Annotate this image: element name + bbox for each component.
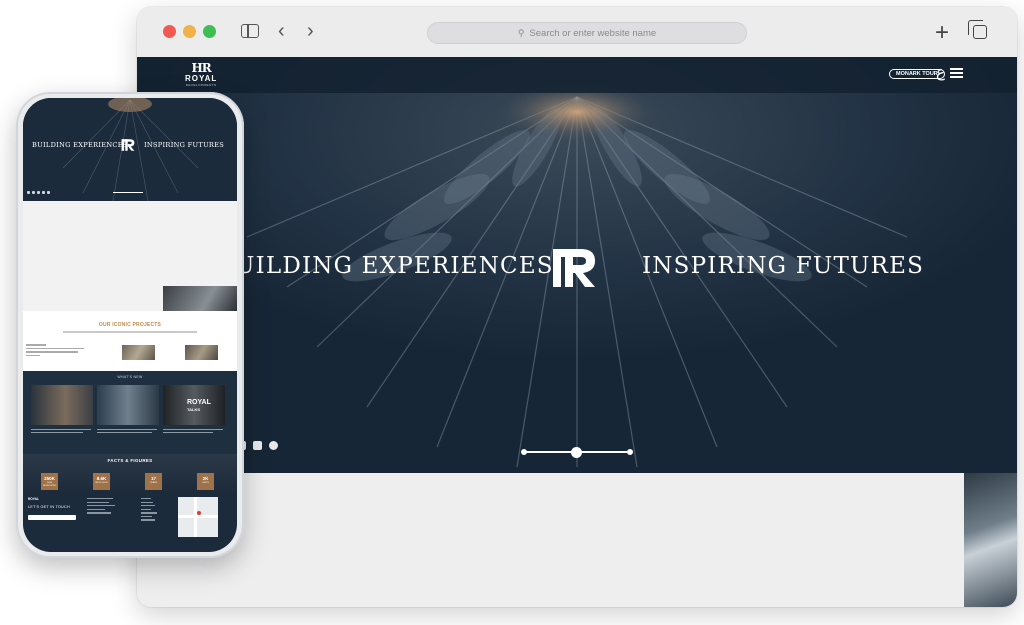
tab-overview-icon[interactable] — [968, 20, 987, 39]
fact-label: UNITS SOLD — [94, 482, 109, 484]
phone-hero-title-right: INSPIRING FUTURES — [144, 141, 225, 149]
minimize-window-button[interactable] — [183, 25, 196, 38]
fact-value: 17 — [150, 476, 156, 481]
website-viewport: НR ROYAL DEVELOPMENTS MONARK TOUR ع UILD… — [137, 57, 1017, 607]
phone-footer-logo[interactable]: ROYAL — [28, 497, 39, 501]
phone-hero-title-left: BUILDING EXPERIENCES — [32, 141, 128, 149]
browser-toolbar: ‹ › ⚲ Search or enter website name + — [137, 7, 1017, 57]
phone-social-icon[interactable] — [47, 191, 50, 194]
royal-logo[interactable]: НR ROYAL DEVELOPMENTS — [185, 62, 217, 87]
phone-news-card[interactable] — [97, 385, 159, 425]
hero-section: НR ROYAL DEVELOPMENTS MONARK TOUR ع UILD… — [137, 57, 1017, 473]
hero-title-left: UILDING EXPERIENCES — [235, 253, 554, 279]
linkedin-icon[interactable] — [253, 441, 262, 450]
phone-projects-title: OUR ICONIC PROJECTS — [98, 322, 162, 328]
royal-talks-subtitle: TALKS — [187, 407, 201, 412]
phone-facts-section: FACTS & FIGURES 250K SQM DEVELOPED 8.6K UN… — [23, 454, 237, 494]
site-header: НR ROYAL DEVELOPMENTS MONARK TOUR ع — [137, 57, 1017, 93]
fact-value: 250K — [44, 476, 55, 481]
phone-facts-title: FACTS & FIGURES — [107, 458, 153, 463]
phone-social-icon[interactable] — [27, 191, 30, 194]
fact-tile: 8.6K UNITS SOLD — [93, 473, 110, 490]
phone-contact-title: LET'S GET IN TOUCH — [28, 505, 70, 509]
phone-social-icon[interactable] — [37, 191, 40, 194]
back-chevron-icon[interactable]: ‹ — [278, 21, 285, 41]
phone-hero: BUILDING EXPERIENCES INSPIRING FUTURES — [23, 98, 237, 201]
royal-talks-title: ROYAL — [187, 399, 211, 406]
slider-dot-2-active[interactable] — [571, 446, 582, 458]
phone-news-section: WHAT'S NEW ROYAL TALKS — [23, 371, 237, 454]
fact-tile: 17 YEARS — [145, 473, 162, 490]
phone-social-icons — [27, 191, 50, 194]
phone-news-title: WHAT'S NEW — [117, 375, 143, 379]
fact-label: SQM DEVELOPED — [42, 482, 57, 487]
close-window-button[interactable] — [163, 25, 176, 38]
phone-screen: BUILDING EXPERIENCES INSPIRING FUTURES O… — [23, 98, 237, 552]
logo-text: ROYAL — [185, 74, 218, 83]
slider-dot-3[interactable] — [627, 449, 633, 455]
phone-project-thumbnail[interactable] — [185, 345, 218, 360]
phone-footer-links — [87, 498, 117, 516]
phone-monogram-icon — [121, 139, 135, 151]
search-icon: ⚲ — [517, 27, 525, 38]
map-road — [194, 497, 197, 537]
fact-value: 8.6K — [96, 476, 107, 481]
phone-news-card-text — [163, 429, 225, 435]
royal-logo-mark-icon: НR — [191, 61, 211, 75]
address-bar[interactable]: ⚲ Search or enter website name — [427, 22, 747, 44]
slider-dot-1[interactable] — [521, 449, 527, 455]
phone-footer-links — [141, 498, 171, 523]
phone-news-card-text — [97, 429, 159, 435]
royal-talks-label: ROYAL TALKS — [187, 399, 211, 413]
fact-tile: 250K SQM DEVELOPED — [41, 473, 58, 490]
phone-location-map[interactable] — [178, 497, 218, 537]
map-pin-icon — [197, 511, 201, 515]
phone-project-thumbnail[interactable] — [122, 345, 155, 360]
sidebar-toggle-icon[interactable] — [241, 24, 259, 38]
forward-chevron-icon[interactable]: › — [307, 21, 314, 41]
hamburger-menu-icon[interactable] — [950, 68, 963, 78]
new-tab-plus-icon[interactable]: + — [935, 19, 949, 47]
fact-label: YEARS — [149, 482, 158, 484]
mockup-stage: ‹ › ⚲ Search or enter website name + НR … — [0, 0, 1024, 625]
address-placeholder: Search or enter website name — [529, 27, 657, 39]
building-photo-strip — [964, 473, 1017, 607]
phone-building-image — [163, 286, 237, 311]
arabic-language-toggle[interactable]: ع — [936, 63, 945, 81]
whatsapp-icon[interactable] — [269, 441, 278, 450]
logo-subtext: DEVELOPMENTS — [185, 83, 217, 87]
phone-footer: ROYAL LET'S GET IN TOUCH — [23, 494, 237, 552]
browser-window: ‹ › ⚲ Search or enter website name + НR … — [137, 7, 1017, 607]
phone-news-card-text — [31, 429, 93, 435]
phone-news-card[interactable]: ROYAL TALKS — [163, 385, 225, 425]
phone-news-card[interactable] — [31, 385, 93, 425]
hero-title-right: INSPIRING FUTURES — [642, 253, 925, 279]
phone-social-icon[interactable] — [32, 191, 35, 194]
royal-monogram-icon — [553, 249, 595, 287]
maximize-window-button[interactable] — [203, 25, 216, 38]
hero-slider-control[interactable] — [521, 446, 633, 458]
phone-social-icon[interactable] — [42, 191, 45, 194]
phone-email-input[interactable] — [28, 515, 76, 520]
map-road — [178, 515, 218, 518]
phone-mockup: BUILDING EXPERIENCES INSPIRING FUTURES O… — [16, 92, 244, 558]
fact-value: 2K — [202, 476, 209, 481]
fact-tile: 2K UNITS — [197, 473, 214, 490]
fact-label: UNITS — [202, 482, 209, 484]
phone-slider-control[interactable] — [113, 192, 143, 193]
phone-project-description — [26, 344, 86, 358]
phone-projects-subtitle-line — [63, 331, 197, 333]
